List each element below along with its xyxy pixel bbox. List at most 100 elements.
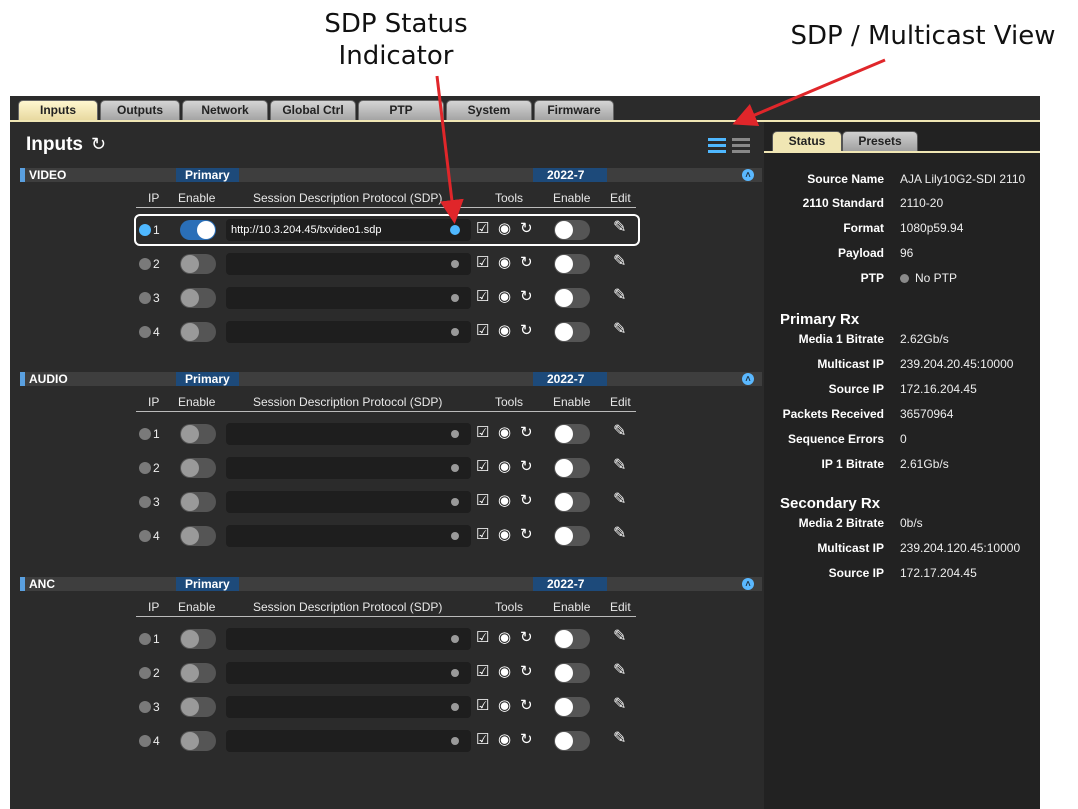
enable-2022-7-toggle[interactable]	[554, 288, 590, 308]
apply-icon[interactable]: ☑	[476, 698, 489, 714]
view-icon[interactable]: ◉	[498, 425, 511, 441]
tab-outputs[interactable]: Outputs	[100, 100, 180, 120]
refresh-icon[interactable]: ↻	[520, 527, 533, 543]
enable-toggle[interactable]	[180, 629, 216, 649]
view-icon[interactable]: ◉	[498, 664, 511, 680]
sdp-url-input[interactable]	[226, 287, 471, 309]
refresh-icon[interactable]: ↻	[520, 732, 533, 748]
tab-system[interactable]: System	[446, 100, 532, 120]
tab-network[interactable]: Network	[182, 100, 268, 120]
enable-2022-7-toggle[interactable]	[554, 663, 590, 683]
apply-icon[interactable]: ☑	[476, 425, 489, 441]
edit-icon[interactable]: ✎	[613, 254, 626, 270]
sdp-url-input[interactable]	[226, 662, 471, 684]
enable-toggle[interactable]	[180, 697, 216, 717]
refresh-icon[interactable]: ↻	[520, 289, 533, 305]
enable-2022-7-toggle[interactable]	[554, 424, 590, 444]
refresh-icon[interactable]: ↻	[520, 459, 533, 475]
enable-toggle[interactable]	[180, 731, 216, 751]
enable-toggle[interactable]	[180, 458, 216, 478]
refresh-icon[interactable]: ↻	[520, 221, 533, 237]
enable-toggle[interactable]	[180, 288, 216, 308]
view-icon[interactable]: ◉	[498, 630, 511, 646]
collapse-icon[interactable]: ˄	[742, 578, 754, 590]
view-icon[interactable]: ◉	[498, 221, 511, 237]
apply-icon[interactable]: ☑	[476, 221, 489, 237]
tab-ptp[interactable]: PTP	[358, 100, 444, 120]
apply-icon[interactable]: ☑	[476, 493, 489, 509]
edit-icon[interactable]: ✎	[613, 288, 626, 304]
tab-status[interactable]: Status	[772, 131, 842, 151]
apply-icon[interactable]: ☑	[476, 459, 489, 475]
enable-2022-7-toggle[interactable]	[554, 458, 590, 478]
refresh-icon[interactable]: ↻	[520, 323, 533, 339]
enable-2022-7-toggle[interactable]	[554, 220, 590, 240]
enable-toggle[interactable]	[180, 424, 216, 444]
refresh-icon[interactable]: ↻	[520, 255, 533, 271]
edit-icon[interactable]: ✎	[613, 492, 626, 508]
sdp-url-input[interactable]	[226, 696, 471, 718]
apply-icon[interactable]: ☑	[476, 255, 489, 271]
edit-icon[interactable]: ✎	[613, 526, 626, 542]
edit-icon[interactable]: ✎	[613, 220, 626, 236]
enable-toggle[interactable]	[180, 526, 216, 546]
tab-inputs[interactable]: Inputs	[18, 100, 98, 120]
edit-icon[interactable]: ✎	[613, 629, 626, 645]
enable-2022-7-toggle[interactable]	[554, 322, 590, 342]
apply-icon[interactable]: ☑	[476, 732, 489, 748]
view-icon[interactable]: ◉	[498, 493, 511, 509]
apply-icon[interactable]: ☑	[476, 664, 489, 680]
apply-icon[interactable]: ☑	[476, 323, 489, 339]
toggle-knob	[555, 698, 573, 716]
enable-toggle[interactable]	[180, 492, 216, 512]
sdp-url-input[interactable]	[226, 423, 471, 445]
enable-2022-7-toggle[interactable]	[554, 526, 590, 546]
view-icon[interactable]: ◉	[498, 289, 511, 305]
enable-toggle[interactable]	[180, 220, 216, 240]
refresh-icon[interactable]: ↻	[520, 493, 533, 509]
view-icon[interactable]: ◉	[498, 459, 511, 475]
edit-icon[interactable]: ✎	[613, 322, 626, 338]
collapse-icon[interactable]: ˄	[742, 169, 754, 181]
enable-toggle[interactable]	[180, 322, 216, 342]
sdp-url-input[interactable]	[226, 457, 471, 479]
enable-2022-7-toggle[interactable]	[554, 697, 590, 717]
sdp-url-input[interactable]	[226, 525, 471, 547]
edit-icon[interactable]: ✎	[613, 458, 626, 474]
refresh-icon[interactable]: ↻	[520, 664, 533, 680]
edit-icon[interactable]: ✎	[613, 424, 626, 440]
refresh-icon[interactable]: ↻	[520, 698, 533, 714]
enable-2022-7-toggle[interactable]	[554, 629, 590, 649]
edit-icon[interactable]: ✎	[613, 731, 626, 747]
grid-view-icon[interactable]	[732, 138, 750, 154]
apply-icon[interactable]: ☑	[476, 527, 489, 543]
sdp-url-input[interactable]	[226, 321, 471, 343]
sdp-url-input[interactable]	[226, 628, 471, 650]
view-icon[interactable]: ◉	[498, 255, 511, 271]
sdp-url-input[interactable]: http://10.3.204.45/txvideo1.sdp	[226, 219, 471, 241]
view-icon[interactable]: ◉	[498, 527, 511, 543]
sdp-url-input[interactable]	[226, 491, 471, 513]
view-icon[interactable]: ◉	[498, 323, 511, 339]
refresh-icon[interactable]: ↻	[91, 134, 106, 155]
enable-2022-7-toggle[interactable]	[554, 731, 590, 751]
list-view-icon[interactable]	[708, 138, 726, 154]
refresh-icon[interactable]: ↻	[520, 425, 533, 441]
tab-global-ctrl[interactable]: Global Ctrl	[270, 100, 356, 120]
enable-toggle[interactable]	[180, 663, 216, 683]
edit-icon[interactable]: ✎	[613, 663, 626, 679]
enable-2022-7-toggle[interactable]	[554, 492, 590, 512]
edit-icon[interactable]: ✎	[613, 697, 626, 713]
sdp-url-input[interactable]	[226, 253, 471, 275]
enable-2022-7-toggle[interactable]	[554, 254, 590, 274]
tab-presets[interactable]: Presets	[842, 131, 918, 151]
enable-toggle[interactable]	[180, 254, 216, 274]
apply-icon[interactable]: ☑	[476, 630, 489, 646]
apply-icon[interactable]: ☑	[476, 289, 489, 305]
view-icon[interactable]: ◉	[498, 698, 511, 714]
refresh-icon[interactable]: ↻	[520, 630, 533, 646]
collapse-icon[interactable]: ˄	[742, 373, 754, 385]
view-icon[interactable]: ◉	[498, 732, 511, 748]
tab-firmware[interactable]: Firmware	[534, 100, 614, 120]
sdp-url-input[interactable]	[226, 730, 471, 752]
